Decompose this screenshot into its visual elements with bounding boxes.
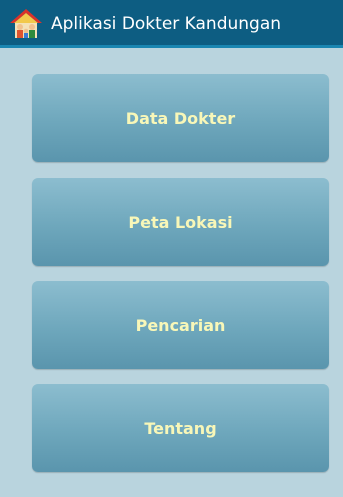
pencarian-button[interactable]: Pencarian	[32, 281, 329, 369]
action-bar: Aplikasi Dokter Kandungan	[0, 0, 343, 48]
main-menu: Data Dokter Peta Lokasi Pencarian Tentan…	[0, 51, 343, 497]
pencarian-label: Pencarian	[135, 315, 226, 335]
app-screen: Aplikasi Dokter Kandungan Data Dokter Pe…	[0, 0, 343, 497]
peta-lokasi-button[interactable]: Peta Lokasi	[32, 178, 329, 266]
data-dokter-label: Data Dokter	[125, 108, 236, 128]
app-title: Aplikasi Dokter Kandungan	[51, 14, 282, 34]
house-family-icon	[10, 9, 42, 38]
tentang-label: Tentang	[144, 418, 217, 438]
data-dokter-button[interactable]: Data Dokter	[32, 74, 329, 162]
tentang-button[interactable]: Tentang	[32, 384, 329, 472]
peta-lokasi-label: Peta Lokasi	[128, 212, 233, 232]
